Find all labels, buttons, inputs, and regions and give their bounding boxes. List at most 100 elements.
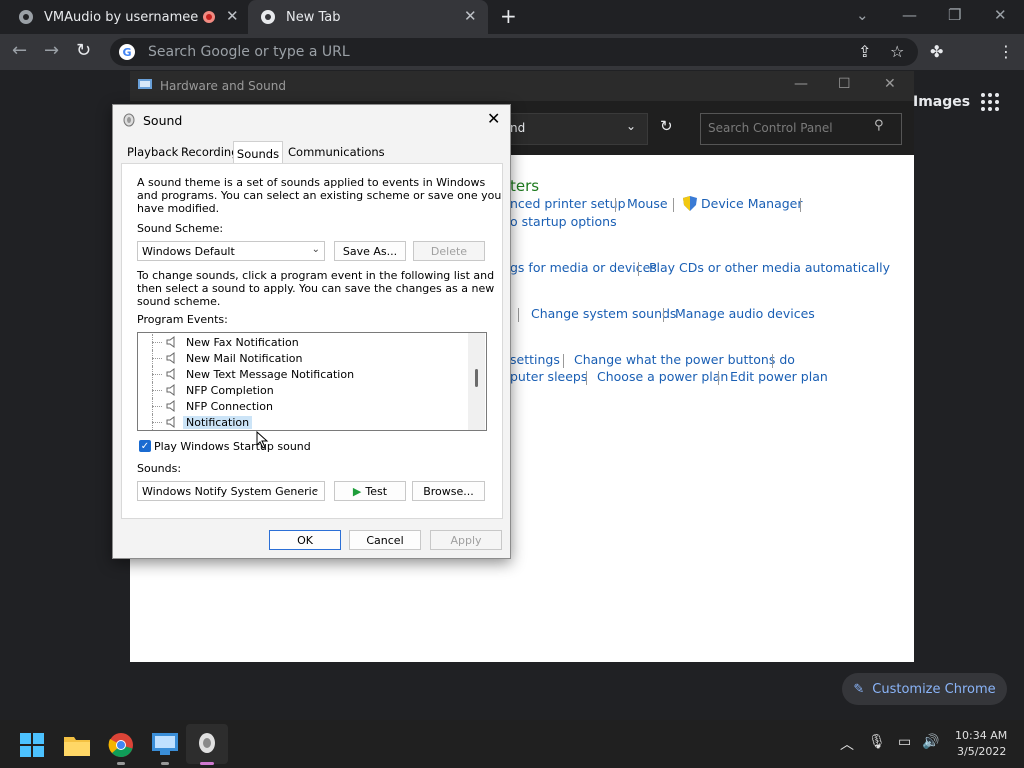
omnibox-placeholder: Search Google or type a URL: [148, 44, 350, 60]
list-item-selected[interactable]: Notification: [138, 414, 468, 430]
browse-button[interactable]: Browse...: [412, 481, 485, 501]
hw-refresh-icon[interactable]: ↻: [660, 117, 673, 135]
cp-link-device-manager[interactable]: Device Manager: [701, 196, 803, 211]
event-label: New Mail Notification: [186, 351, 303, 365]
chrome-taskbar-icon[interactable]: [108, 732, 134, 758]
windows-start-icon[interactable]: [20, 733, 44, 757]
new-tab-button[interactable]: +: [500, 4, 517, 28]
extensions-icon[interactable]: ✤: [930, 42, 943, 61]
forward-icon[interactable]: →: [44, 40, 59, 61]
tab-playback[interactable]: Playback: [125, 145, 180, 159]
reload-icon[interactable]: ↻: [76, 40, 91, 61]
cp-link-change-system-sounds[interactable]: Change system sounds: [531, 306, 676, 321]
hw-close-icon[interactable]: ✕: [884, 76, 896, 92]
share-icon[interactable]: ⇪: [858, 42, 871, 61]
list-item[interactable]: NFP Connection: [138, 398, 468, 414]
dialog-close-icon[interactable]: ✕: [487, 109, 500, 128]
cp-link-printer-setup[interactable]: nced printer setup: [510, 196, 626, 211]
separator: [772, 354, 773, 368]
hw-maximize-icon[interactable]: ☐: [838, 76, 851, 92]
event-label: NFP Connection: [186, 399, 273, 413]
tab-vmaudio[interactable]: VMAudio by usernamee ✕: [0, 0, 248, 34]
hw-address-dropdown-icon[interactable]: ⌄: [626, 119, 636, 133]
uac-shield-icon: [683, 196, 697, 211]
tab-recording[interactable]: Recording: [179, 145, 241, 159]
close-tab-icon[interactable]: ✕: [226, 7, 239, 25]
delete-button[interactable]: Delete: [413, 241, 485, 261]
hw-address-text: nd: [510, 121, 526, 135]
hw-minimize-icon[interactable]: —: [794, 76, 808, 92]
list-item[interactable]: New Mail Notification: [138, 350, 468, 366]
separator: [615, 198, 616, 212]
list-item[interactable]: New Fax Notification: [138, 334, 468, 350]
clock-date[interactable]: 3/5/2022: [957, 745, 1006, 758]
instructions-text: To change sounds, click a program event …: [137, 269, 494, 308]
speaker-icon: [166, 384, 175, 396]
tree-line: [138, 414, 166, 430]
network-icon[interactable]: ▭: [898, 734, 911, 750]
tab-communications[interactable]: Communications: [286, 145, 387, 159]
speaker-icon: [166, 352, 175, 364]
test-label: Test: [365, 484, 388, 498]
test-button[interactable]: ▶ Test: [334, 481, 406, 501]
scheme-label: Sound Scheme:: [137, 222, 224, 235]
tab-new-tab[interactable]: New Tab ✕: [248, 0, 488, 34]
menu-icon[interactable]: ⋮: [998, 42, 1014, 61]
save-as-button[interactable]: Save As...: [334, 241, 406, 261]
events-scrollbar[interactable]: [468, 333, 485, 430]
list-item[interactable]: New Text Message Notification: [138, 366, 468, 382]
customize-chrome-button[interactable]: ✎ Customize Chrome: [842, 673, 1007, 705]
speaker-icon: [166, 336, 175, 348]
bookmark-star-icon[interactable]: ☆: [890, 42, 904, 61]
hw-titlebar: Hardware and Sound — ☐ ✕: [130, 71, 914, 101]
startup-sound-label: Play Windows Startup sound: [154, 440, 311, 453]
cp-link-power-buttons[interactable]: Change what the power buttons do: [574, 352, 795, 367]
cp-link-media-devices[interactable]: gs for media or devices: [510, 260, 657, 275]
clock-time[interactable]: 10:34 AM: [955, 729, 1007, 742]
list-item[interactable]: NFP Completion: [138, 382, 468, 398]
cp-link-edit-power-plan[interactable]: Edit power plan: [730, 369, 828, 384]
omnibox[interactable]: G Search Google or type a URL: [110, 38, 918, 66]
running-indicator: [161, 762, 169, 765]
cp-link-mouse[interactable]: Mouse: [627, 196, 668, 211]
apply-button[interactable]: Apply: [430, 530, 502, 550]
chevron-down-icon: ⌄: [311, 484, 320, 495]
recording-icon: [203, 11, 215, 23]
cp-link-manage-audio-devices[interactable]: Manage audio devices: [675, 306, 815, 321]
file-explorer-icon[interactable]: [64, 734, 90, 756]
volume-icon[interactable]: 🔊: [922, 734, 939, 750]
startup-sound-checkbox[interactable]: ✓: [139, 440, 151, 452]
minimize-icon[interactable]: —: [902, 6, 917, 24]
sound-taskbar-button[interactable]: [186, 724, 228, 764]
back-icon[interactable]: ←: [12, 40, 27, 61]
scroll-thumb[interactable]: [475, 369, 478, 387]
ok-button[interactable]: OK: [269, 530, 341, 550]
close-window-icon[interactable]: ✕: [994, 6, 1007, 24]
cancel-button[interactable]: Cancel: [349, 530, 421, 550]
cp-link-play-cds[interactable]: Play CDs or other media automatically: [649, 260, 890, 275]
program-events-list[interactable]: New Fax Notification New Mail Notificati…: [137, 332, 487, 431]
separator: [563, 354, 564, 368]
instructions-line: then select a sound to apply. You can sa…: [137, 282, 495, 295]
sounds-select[interactable]: Windows Notify System Generic ⌄: [137, 481, 325, 501]
cp-link-startup-options[interactable]: o startup options: [510, 214, 617, 229]
cp-link-choose-power-plan[interactable]: Choose a power plan: [597, 369, 728, 384]
restore-icon[interactable]: ❐: [948, 6, 961, 24]
close-tab-icon[interactable]: ✕: [464, 7, 477, 25]
show-hidden-icons-icon[interactable]: ︿: [840, 734, 854, 754]
control-panel-taskbar-icon[interactable]: [152, 733, 178, 755]
google-apps-icon[interactable]: [980, 92, 1000, 112]
scheme-value: Windows Default: [142, 244, 235, 258]
chrome-icon: [19, 10, 33, 24]
scheme-select[interactable]: Windows Default ⌄: [137, 241, 325, 261]
microphone-icon[interactable]: 🎙: [868, 734, 886, 750]
tab-search-icon[interactable]: ⌄: [856, 6, 869, 24]
cp-link-computer-sleeps[interactable]: puter sleeps: [510, 369, 587, 384]
program-events-label: Program Events:: [137, 313, 228, 326]
separator: [663, 308, 664, 322]
cp-link-power-settings[interactable]: settings: [510, 352, 560, 367]
images-link[interactable]: Images: [913, 94, 970, 110]
hw-search-icon[interactable]: ⚲: [874, 118, 884, 133]
cp-heading-printers[interactable]: ters: [510, 177, 539, 195]
intro-line: and programs. You can select an existing…: [137, 189, 502, 202]
